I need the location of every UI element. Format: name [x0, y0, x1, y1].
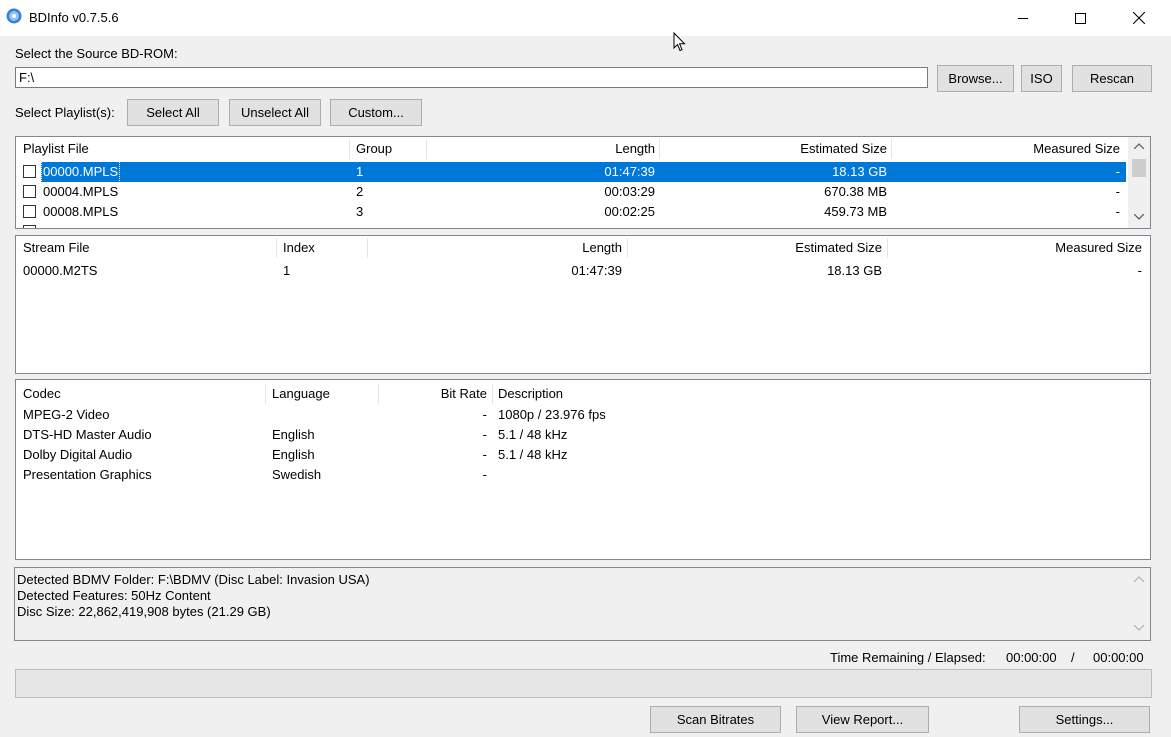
- stream-index-cell: 1: [283, 263, 291, 278]
- playlist-group-cell: 2: [356, 184, 364, 199]
- stream-list[interactable]: Stream File Index Length Estimated Size …: [15, 235, 1151, 374]
- codec-name-cell[interactable]: DTS-HD Master Audio: [23, 425, 152, 445]
- playlist-group-cell: 1: [356, 164, 364, 179]
- stream-estimated-cell: 18.13 GB: [827, 263, 882, 278]
- bdinfo-disc-icon: [6, 8, 22, 24]
- source-path-input[interactable]: F:\: [15, 67, 928, 88]
- iso-button[interactable]: ISO: [1021, 65, 1062, 92]
- playlist-estimated-cell: 459.73 MB: [824, 204, 887, 219]
- codec-bitrate-cell: -: [482, 427, 487, 442]
- view-report-button[interactable]: View Report...: [796, 706, 929, 733]
- playlist-group-cell: 3: [356, 204, 364, 219]
- time-remaining-label: Time Remaining / Elapsed:: [830, 650, 986, 665]
- info-line: Disc Size: 22,862,419,908 bytes (21.29 G…: [17, 604, 271, 619]
- column-header-estimated-size[interactable]: Estimated Size: [666, 137, 887, 161]
- scroll-down-icon[interactable]: [1134, 214, 1144, 220]
- minimize-button[interactable]: [994, 0, 1052, 36]
- codec-language-cell: Swedish: [272, 467, 322, 482]
- custom-button[interactable]: Custom...: [330, 99, 422, 126]
- unselect-all-button[interactable]: Unselect All: [229, 99, 321, 126]
- info-line: Detected BDMV Folder: F:\BDMV (Disc Labe…: [17, 572, 370, 587]
- column-header-group[interactable]: Group: [356, 137, 392, 161]
- rescan-button[interactable]: Rescan: [1072, 65, 1152, 92]
- playlist-file-cell[interactable]: 00008.MPLS: [43, 202, 118, 222]
- codec-bitrate-cell: -: [482, 447, 487, 462]
- close-button[interactable]: [1110, 0, 1168, 36]
- time-remaining-value: 00:00:00: [1006, 650, 1057, 665]
- codec-list[interactable]: Codec Language Bit Rate Description MPEG…: [15, 379, 1151, 560]
- playlist-file-cell[interactable]: 00004.MPLS: [43, 182, 118, 202]
- source-label: Select the Source BD-ROM:: [15, 46, 178, 61]
- column-header-index[interactable]: Index: [283, 236, 315, 260]
- select-all-button[interactable]: Select All: [127, 99, 219, 126]
- codec-description-cell: 5.1 / 48 kHz: [498, 447, 568, 462]
- column-header-stream-file[interactable]: Stream File: [23, 236, 89, 260]
- stream-file-cell[interactable]: 00000.M2TS: [23, 261, 97, 281]
- scroll-thumb[interactable]: [1132, 159, 1146, 177]
- checkbox-icon[interactable]: [23, 225, 36, 228]
- close-icon: [1133, 12, 1145, 24]
- column-header-playlist-file[interactable]: Playlist File: [23, 137, 89, 161]
- codec-language-cell: English: [272, 427, 315, 442]
- playlist-length-cell: 00:02:25: [604, 204, 655, 219]
- select-playlists-label: Select Playlist(s):: [15, 105, 115, 120]
- playlist-estimated-cell: 670.38 MB: [824, 184, 887, 199]
- scroll-up-icon[interactable]: [1134, 576, 1144, 582]
- column-header-measured-size[interactable]: Measured Size: [896, 137, 1120, 161]
- scan-bitrates-button[interactable]: Scan Bitrates: [650, 706, 781, 733]
- playlist-estimated-cell: 18.13 GB: [832, 164, 887, 179]
- codec-description-cell: 5.1 / 48 kHz: [498, 427, 568, 442]
- stream-measured-cell: -: [1137, 263, 1142, 278]
- window-title: BDInfo v0.7.5.6: [29, 10, 119, 25]
- column-header-length[interactable]: Length: [436, 137, 655, 161]
- codec-bitrate-cell: -: [482, 407, 487, 422]
- playlist-measured-cell: -: [1115, 184, 1120, 199]
- column-header-language[interactable]: Language: [272, 382, 330, 406]
- playlist-length-cell: 00:03:29: [604, 184, 655, 199]
- scan-progress-bar: [15, 669, 1152, 698]
- mouse-cursor-icon: [673, 31, 686, 55]
- column-header-bit-rate[interactable]: Bit Rate: [386, 382, 487, 406]
- time-elapsed-value: 00:00:00: [1093, 650, 1144, 665]
- codec-name-cell[interactable]: MPEG-2 Video: [23, 405, 109, 425]
- info-line: Detected Features: 50Hz Content: [17, 588, 211, 603]
- info-textarea[interactable]: Detected BDMV Folder: F:\BDMV (Disc Labe…: [14, 567, 1151, 641]
- playlist-file-cell[interactable]: 00000.MPLS: [40, 161, 121, 183]
- codec-description-cell: 1080p / 23.976 fps: [498, 407, 606, 422]
- playlist-measured-cell: -: [1115, 164, 1120, 179]
- codec-bitrate-cell: -: [482, 467, 487, 482]
- playlist-measured-cell: -: [1115, 204, 1120, 219]
- settings-button[interactable]: Settings...: [1019, 706, 1150, 733]
- stream-length-cell: 01:47:39: [571, 263, 622, 278]
- codec-name-cell[interactable]: Presentation Graphics: [23, 465, 152, 485]
- scroll-up-icon[interactable]: [1134, 143, 1144, 149]
- checkbox-icon[interactable]: [23, 185, 36, 198]
- playlist-length-cell: 01:47:39: [604, 164, 655, 179]
- playlist-list[interactable]: Playlist File Group Length Estimated Siz…: [15, 136, 1151, 229]
- column-header-estimated-size[interactable]: Estimated Size: [636, 236, 882, 260]
- codec-name-cell[interactable]: Dolby Digital Audio: [23, 445, 132, 465]
- playlist-scrollbar[interactable]: [1128, 137, 1150, 228]
- column-header-measured-size[interactable]: Measured Size: [896, 236, 1142, 260]
- checkbox-icon[interactable]: [23, 205, 36, 218]
- column-header-codec[interactable]: Codec: [23, 382, 61, 406]
- info-scrollbar[interactable]: [1129, 568, 1150, 640]
- minimize-icon: [1018, 18, 1028, 19]
- maximize-button[interactable]: [1051, 0, 1109, 36]
- maximize-icon: [1074, 12, 1086, 24]
- codec-language-cell: English: [272, 447, 315, 462]
- scroll-down-icon[interactable]: [1134, 625, 1144, 631]
- browse-button[interactable]: Browse...: [937, 65, 1014, 92]
- time-separator: /: [1071, 650, 1075, 665]
- checkbox-icon[interactable]: [23, 165, 36, 178]
- column-header-length[interactable]: Length: [376, 236, 622, 260]
- column-header-description[interactable]: Description: [498, 382, 563, 406]
